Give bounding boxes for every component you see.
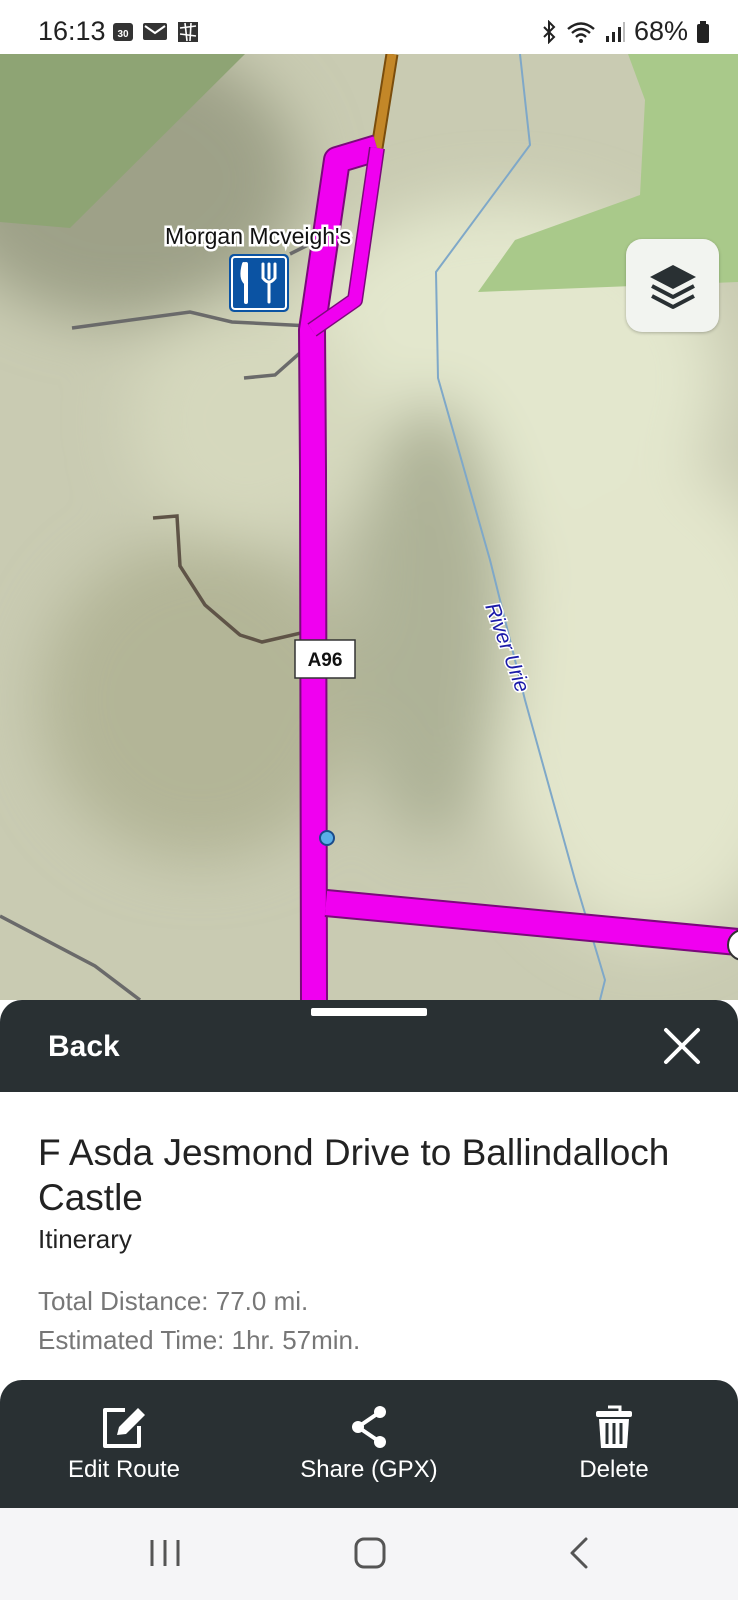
back-button[interactable]: Back [48,1030,120,1064]
mail-icon [143,23,167,40]
edit-route-label: Edit Route [67,1456,181,1483]
back-icon[interactable] [566,1536,592,1570]
home-icon[interactable] [353,1536,387,1570]
route-action-bar: Edit Route Share (GPX) Delete [0,1380,738,1508]
share-gpx-button[interactable]: Share (GPX) [294,1380,444,1508]
edit-route-button[interactable]: Edit Route [56,1380,192,1508]
trash-icon [596,1405,632,1448]
map-view[interactable]: A96 Morgan Mcveigh's River Urie [0,54,738,1000]
app-icon [178,22,198,42]
signal-icon [605,21,625,42]
bluetooth-icon [543,19,556,44]
route-time: Estimated Time: 1hr. 57min. [38,1325,361,1355]
map-canvas[interactable]: A96 Morgan Mcveigh's River Urie [0,54,738,1000]
current-location-dot [319,830,335,846]
status-bar: 16:13 30 68% [0,0,738,54]
road-label-a96: A96 [308,650,343,671]
sheet-header: Back [0,1000,738,1092]
layers-icon [649,264,696,309]
battery-percent: 68% [633,16,688,46]
wifi-icon [567,21,595,43]
status-system-icons: 68% [540,16,710,47]
share-gpx-label: Share (GPX) [300,1456,438,1483]
battery-icon [697,20,709,43]
calendar-icon: 30 [113,23,133,41]
status-notification-icons: 30 [112,20,200,44]
route-title: F Asda Jesmond Drive to Ballindalloch Ca… [38,1132,670,1218]
edit-icon [103,1408,145,1448]
restaurant-icon[interactable] [229,254,289,312]
status-time: 16:13 [38,16,106,46]
share-icon [352,1406,386,1448]
svg-text:30: 30 [117,29,129,40]
layers-button[interactable] [626,239,719,332]
delete-button[interactable]: Delete [564,1380,664,1508]
road-shield-a96: A96 [294,639,356,679]
close-icon[interactable] [660,1024,704,1068]
system-nav-bar [0,1508,738,1600]
recents-icon[interactable] [148,1536,182,1570]
sheet-drag-handle[interactable] [311,1008,427,1016]
route-distance: Total Distance: 77.0 mi. [38,1286,309,1316]
delete-label: Delete [579,1456,649,1483]
route-type: Itinerary [38,1224,132,1254]
poi-label: Morgan Mcveigh's [165,223,351,249]
route-details: F Asda Jesmond Drive to Ballindalloch Ca… [0,1092,738,1380]
